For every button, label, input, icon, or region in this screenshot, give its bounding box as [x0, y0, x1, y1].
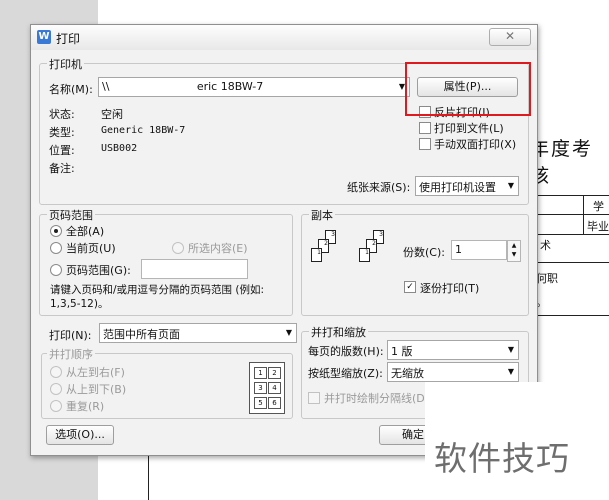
table-line: [530, 214, 609, 215]
manual-duplex-checkbox[interactable]: [419, 138, 431, 150]
repeat-label: 重复(R): [66, 400, 105, 413]
draw-border-checkbox[interactable]: [308, 392, 320, 404]
options-button[interactable]: 选项(O)...: [46, 425, 114, 445]
table-cell: 术: [540, 239, 551, 252]
table-line: [530, 262, 609, 263]
scale-label: 按纸型缩放(Z):: [308, 367, 383, 380]
title-bar[interactable]: W 打印 ✕: [31, 25, 537, 50]
copies-value: 1: [455, 243, 462, 256]
document-title: 年度考核: [530, 138, 594, 187]
current-page-label: 当前页(U): [66, 242, 116, 255]
page-range-group-label: 页码范围: [47, 207, 95, 223]
page-range-hint: 请键入页码和/或用逗号分隔的页码范围 (例如: 1,3,5-12)。: [50, 284, 265, 310]
selection-label: 所选内容(E): [188, 242, 248, 255]
copies-spinner[interactable]: ▲ ▼: [507, 240, 521, 262]
all-pages-label: 全部(A): [66, 225, 105, 238]
page-range-input[interactable]: [141, 259, 248, 279]
pages-per-sheet-label: 每页的版数(H):: [308, 345, 384, 358]
scale-value: 无缩放: [391, 367, 424, 380]
page-range-label: 页码范围(G):: [66, 264, 131, 277]
order-group-label: 并打顺序: [47, 346, 95, 362]
paper-source-select[interactable]: 使用打印机设置 ▼: [415, 176, 519, 196]
printer-name-select[interactable]: \\ eric 18BW-7 ▼: [98, 77, 410, 97]
chevron-down-icon: ▼: [285, 328, 292, 337]
table-line: [530, 234, 609, 235]
table-line: [530, 195, 609, 196]
collate-icon: 3 2 1: [311, 230, 356, 288]
chevron-down-icon: ▼: [507, 345, 514, 354]
highlight-box: [405, 62, 531, 116]
table-line: [583, 195, 584, 235]
scale-select[interactable]: 无缩放 ▼: [387, 362, 519, 382]
close-button[interactable]: ✕: [489, 28, 531, 46]
current-page-radio[interactable]: [50, 242, 62, 254]
print-what-value: 范围中所有页面: [103, 328, 180, 341]
zoom-group-label: 并打和缩放: [309, 324, 368, 340]
type-value: Generic 18BW-7: [101, 125, 186, 136]
print-to-file-checkbox[interactable]: [419, 122, 431, 134]
left-to-right-label: 从左到右(F): [66, 366, 125, 379]
watermark-text: 软件技巧: [434, 439, 570, 478]
type-label: 类型:: [49, 126, 75, 139]
close-icon: ✕: [504, 29, 516, 43]
collate-label: 逐份打印(T): [420, 282, 480, 295]
table-cell: 毕业: [587, 220, 609, 233]
manual-duplex-label: 手动双面打印(X): [434, 138, 517, 151]
chevron-down-icon: ▼: [507, 367, 514, 376]
chevron-down-icon: ▼: [507, 181, 514, 190]
status-value: 空闲: [101, 108, 123, 121]
table-cell: 学: [593, 200, 604, 213]
table-cell: 何职: [536, 272, 558, 285]
wps-icon: W: [37, 30, 51, 44]
print-what-select[interactable]: 范围中所有页面 ▼: [99, 323, 297, 343]
printer-name-label: 名称(M):: [49, 83, 93, 96]
copies-group-label: 副本: [309, 207, 335, 223]
top-to-bottom-label: 从上到下(B): [66, 383, 127, 396]
collate-checkbox[interactable]: ✓: [404, 281, 416, 293]
all-pages-radio[interactable]: [50, 225, 62, 237]
repeat-radio[interactable]: [50, 400, 62, 412]
comment-label: 备注:: [49, 162, 75, 175]
pages-per-sheet-select[interactable]: 1 版 ▼: [387, 340, 519, 360]
pages-per-sheet-value: 1 版: [391, 345, 413, 358]
paper-source-value: 使用打印机设置: [419, 181, 496, 194]
copies-count-label: 份数(C):: [403, 246, 445, 259]
status-label: 状态:: [49, 108, 75, 121]
collate-icon: 3 2 1: [359, 230, 404, 288]
dialog-title: 打印: [56, 32, 81, 46]
selection-radio[interactable]: [172, 242, 184, 254]
draw-border-label: 并打时绘制分隔线(D): [324, 392, 430, 405]
table-line: [148, 456, 149, 500]
copies-input[interactable]: 1: [451, 240, 507, 260]
printer-name-value: \\ eric 18BW-7: [102, 80, 264, 93]
order-preview-icon: 1 2 3 4 5 6: [249, 362, 285, 414]
location-label: 位置:: [49, 144, 75, 157]
printer-group-label: 打印机: [47, 56, 84, 72]
page-range-radio[interactable]: [50, 264, 62, 276]
table-line: [530, 315, 609, 316]
top-to-bottom-radio[interactable]: [50, 383, 62, 395]
left-to-right-radio[interactable]: [50, 366, 62, 378]
paper-source-label: 纸张来源(S):: [347, 181, 411, 194]
print-what-label: 打印(N):: [49, 329, 92, 342]
print-to-file-label: 打印到文件(L): [434, 122, 504, 135]
location-value: USB002: [101, 143, 138, 154]
